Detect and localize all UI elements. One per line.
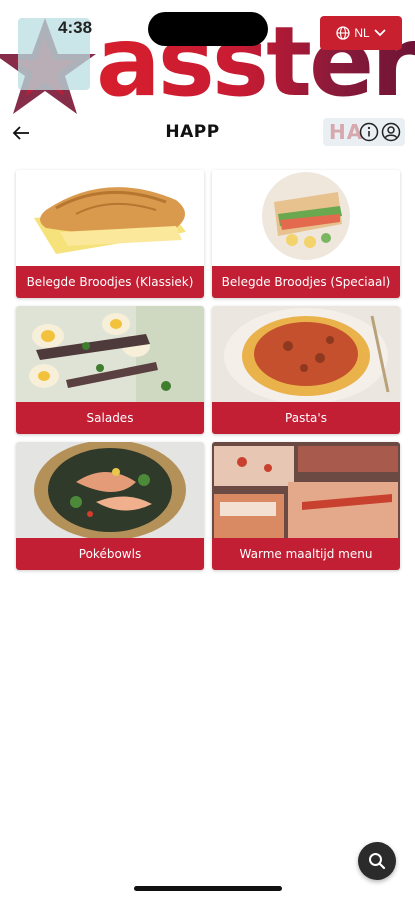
search-fab-button[interactable] <box>358 842 396 880</box>
hot-meal-trays-image <box>212 442 400 538</box>
language-code: NL <box>354 26 370 40</box>
category-tile-pastas[interactable]: Pasta's <box>212 306 400 434</box>
category-label: Warme maaltijd menu <box>212 538 400 570</box>
category-label: Belegde Broodjes (Klassiek) <box>16 266 204 298</box>
category-label: Pokébowls <box>16 538 204 570</box>
category-grid: Belegde Broodjes (Klassiek) Belegde Broo… <box>16 170 400 570</box>
spaghetti-image <box>212 306 400 402</box>
language-selector-button[interactable]: NL <box>320 16 402 50</box>
search-icon <box>369 853 386 870</box>
page-header: HAPP HA <box>0 118 415 152</box>
dynamic-island <box>148 12 268 46</box>
poke-bowl-image <box>16 442 204 538</box>
category-tile-warme-maaltijd-menu[interactable]: Warme maaltijd menu <box>212 442 400 570</box>
header-actions: HA <box>323 118 405 146</box>
category-tile-salades[interactable]: Salades <box>16 306 204 434</box>
chevron-down-icon <box>374 29 386 37</box>
info-icon[interactable] <box>359 122 379 142</box>
club-sandwich-image <box>212 170 400 266</box>
status-time: 4:38 <box>58 18 93 37</box>
category-tile-belegde-broodjes-speciaal[interactable]: Belegde Broodjes (Speciaal) <box>212 170 400 298</box>
baguette-sandwich-image <box>16 170 204 266</box>
category-tile-pokebowls[interactable]: Pokébowls <box>16 442 204 570</box>
category-label: Salades <box>16 402 204 434</box>
category-label: Belegde Broodjes (Speciaal) <box>212 266 400 298</box>
home-indicator[interactable] <box>134 886 282 891</box>
account-icon[interactable] <box>381 122 401 142</box>
globe-icon <box>336 26 350 40</box>
category-tile-belegde-broodjes-klassiek[interactable]: Belegde Broodjes (Klassiek) <box>16 170 204 298</box>
category-label: Pasta's <box>212 402 400 434</box>
brand-banner: asster 4:38 NL <box>0 0 415 118</box>
egg-salad-image <box>16 306 204 402</box>
